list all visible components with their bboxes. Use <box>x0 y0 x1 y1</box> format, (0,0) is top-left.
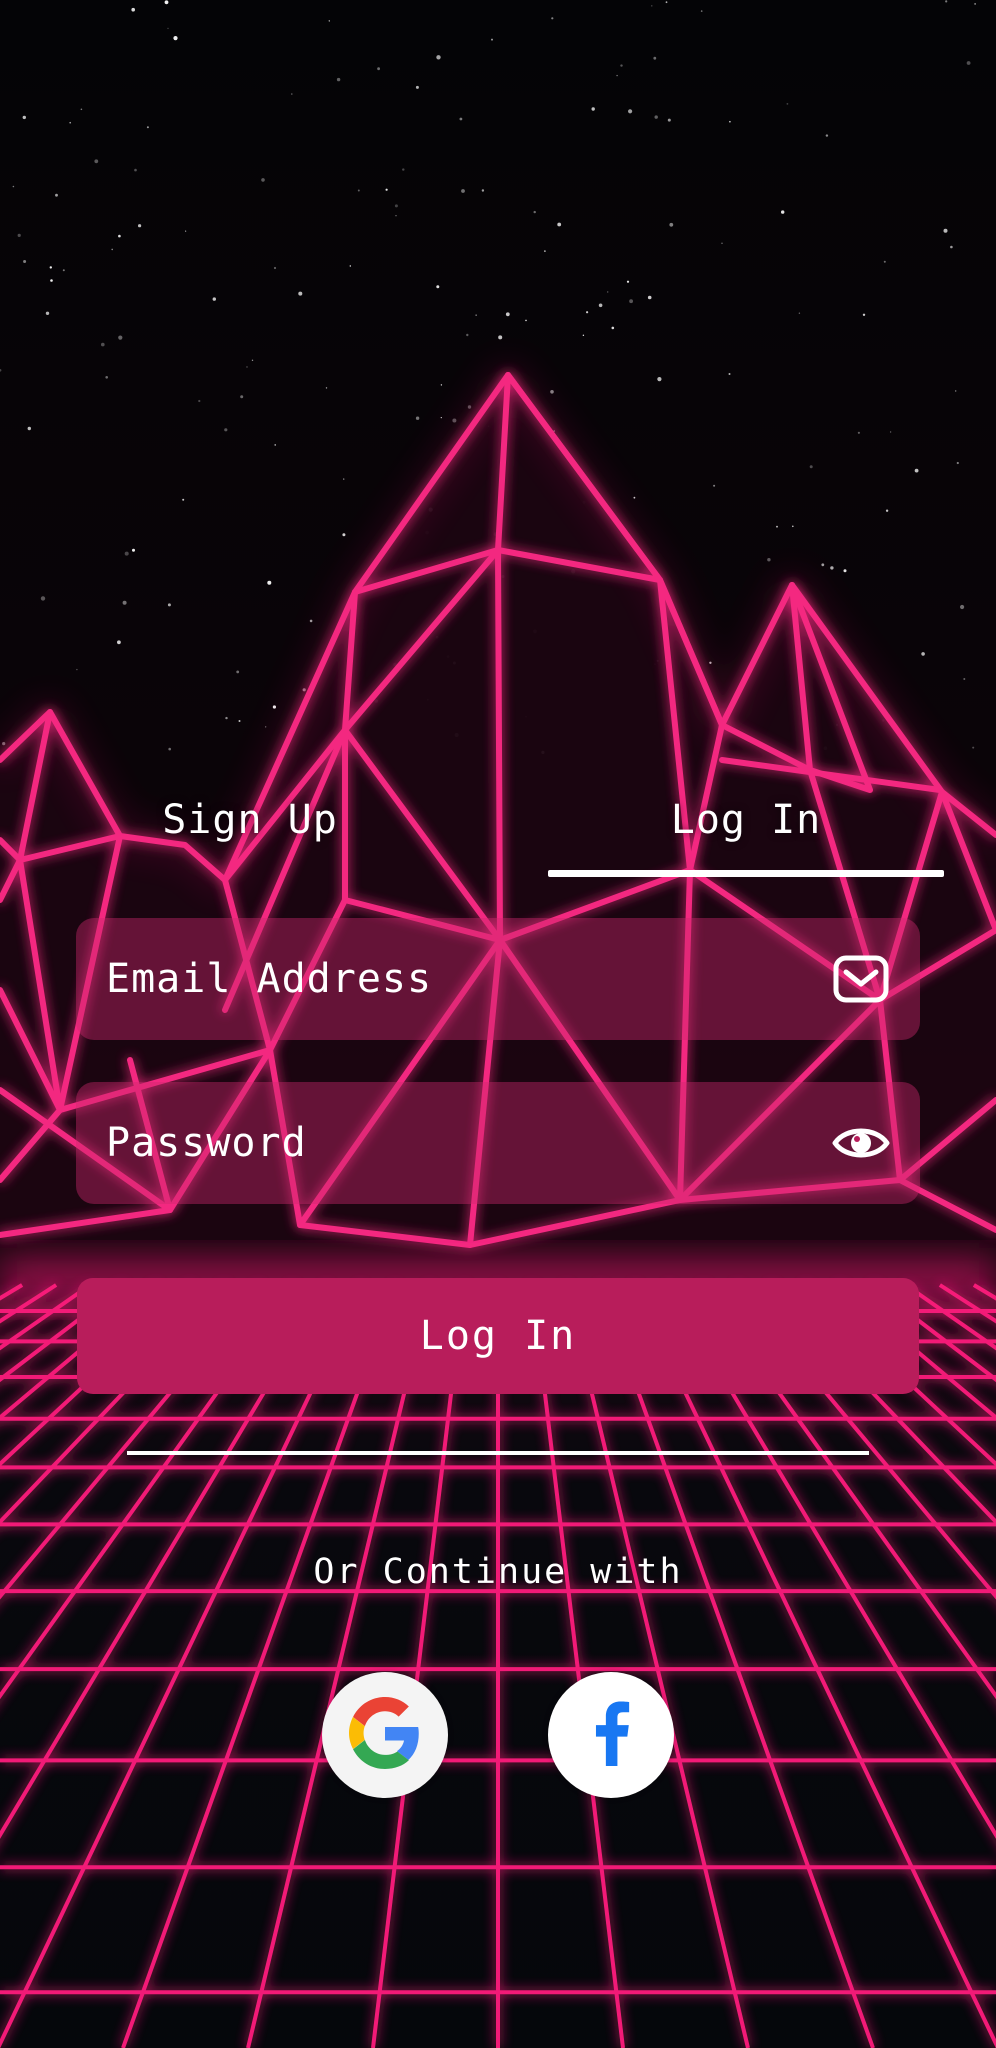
active-tab-indicator <box>548 870 944 877</box>
password-placeholder: Password <box>106 1120 307 1166</box>
envelope-icon <box>832 951 890 1007</box>
facebook-icon <box>589 1700 633 1770</box>
tab-sign-up[interactable]: Sign Up <box>100 790 400 850</box>
tab-log-in[interactable]: Log In <box>548 790 944 850</box>
google-icon <box>349 1697 421 1773</box>
email-field[interactable]: Email Address <box>76 918 920 1040</box>
email-placeholder: Email Address <box>106 956 433 1002</box>
eye-icon[interactable] <box>832 1115 890 1171</box>
divider <box>127 1451 869 1455</box>
facebook-sign-in-button[interactable] <box>548 1672 674 1798</box>
or-continue-with-label: Or Continue with <box>313 1552 683 1592</box>
log-in-button[interactable]: Log In <box>77 1278 919 1394</box>
google-sign-in-button[interactable] <box>322 1672 448 1798</box>
password-field[interactable]: Password <box>76 1082 920 1204</box>
